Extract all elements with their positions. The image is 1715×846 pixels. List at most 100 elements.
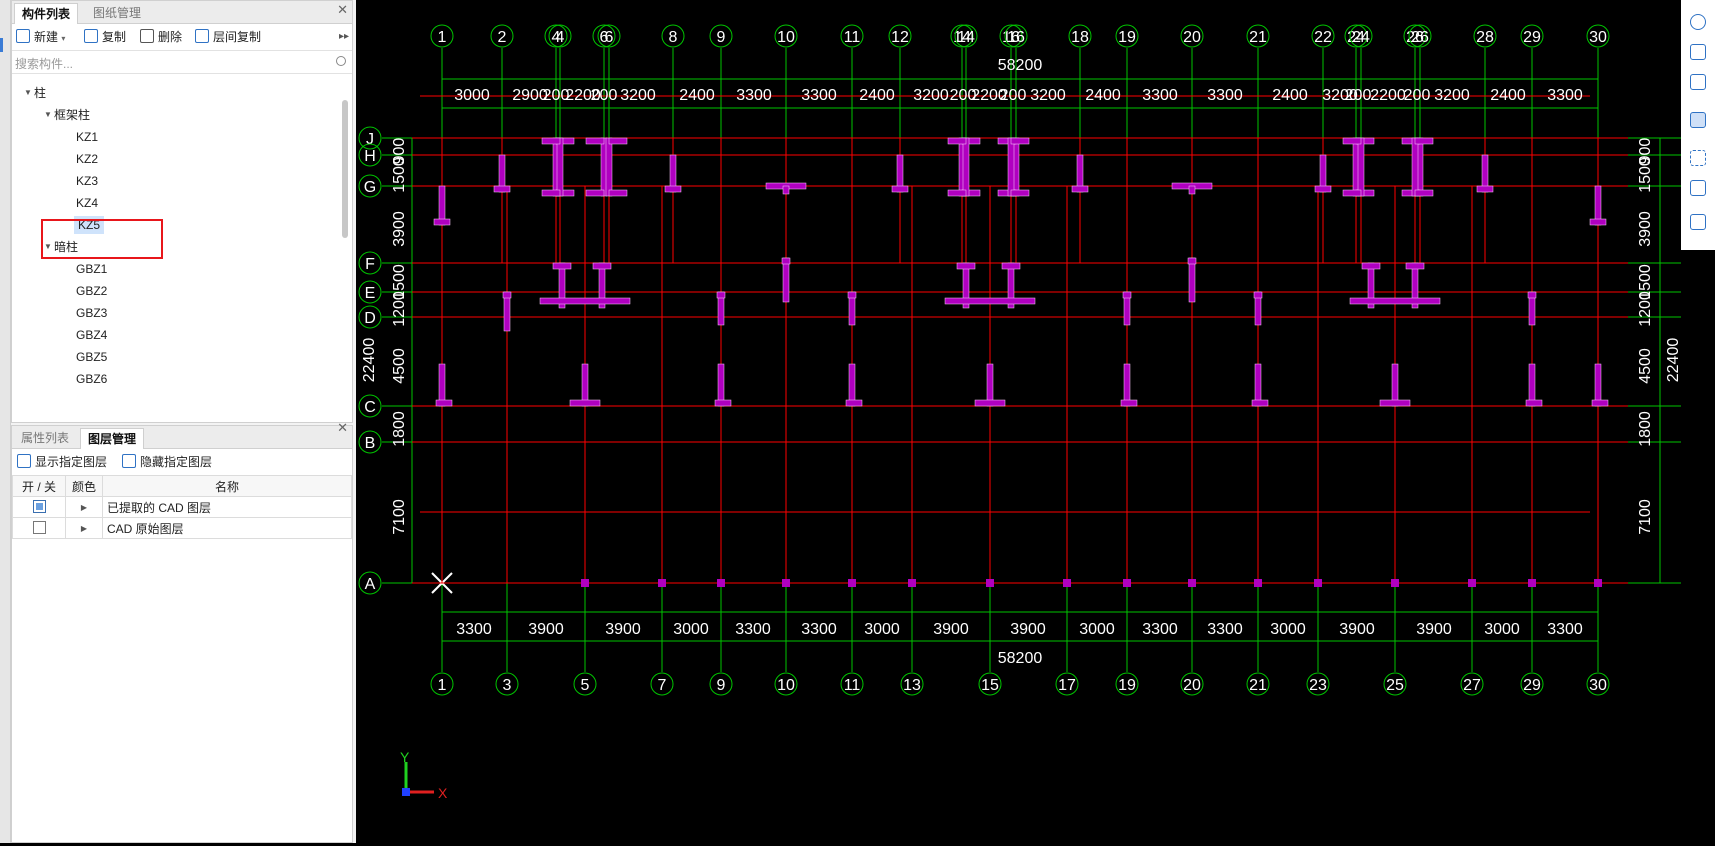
tree-item-gbz6[interactable]: GBZ6 (76, 370, 107, 388)
column[interactable] (1253, 291, 1263, 299)
column[interactable] (581, 363, 589, 407)
tab-layer-management[interactable]: 图层管理 (80, 428, 145, 449)
column[interactable] (891, 185, 909, 193)
column-marker[interactable] (1314, 579, 1322, 587)
cad-drawing-canvas[interactable]: XY 58200 58200 3000 2900 200 2200 200 3200 2400 3… (356, 0, 1712, 843)
expand-arrow-icon[interactable]: ▶ (65, 517, 103, 539)
column[interactable] (1414, 137, 1434, 145)
column[interactable] (1391, 363, 1399, 407)
column[interactable] (1525, 399, 1543, 407)
close-icon[interactable]: ✕ (337, 420, 348, 436)
column[interactable] (1589, 218, 1607, 226)
layer-toggle-checkbox[interactable] (32, 521, 46, 534)
floor-copy-button[interactable]: 层间复制 (195, 29, 261, 45)
component-search[interactable]: 搜索构件... (12, 51, 352, 74)
column[interactable] (1591, 399, 1609, 407)
column[interactable] (845, 399, 863, 407)
copy-button[interactable]: 复制 (84, 29, 126, 45)
column[interactable] (1379, 399, 1411, 407)
column[interactable] (848, 363, 856, 407)
tab-property-list[interactable]: 属性列表 (14, 428, 76, 448)
column[interactable] (716, 291, 726, 299)
column[interactable] (1476, 185, 1494, 193)
delete-button[interactable]: 删除 (140, 29, 182, 45)
column[interactable] (1007, 137, 1015, 197)
column[interactable] (608, 189, 628, 197)
column[interactable] (433, 218, 451, 226)
tree-node-column[interactable]: 柱 (34, 84, 46, 102)
column[interactable] (585, 189, 605, 197)
column[interactable] (1527, 291, 1537, 299)
column-marker[interactable] (1391, 579, 1399, 587)
column[interactable] (1122, 291, 1132, 299)
column[interactable] (782, 257, 790, 303)
column[interactable] (1361, 262, 1381, 270)
column[interactable] (847, 291, 857, 299)
column-marker[interactable] (1123, 579, 1131, 587)
column-marker[interactable] (581, 579, 589, 587)
column[interactable] (1528, 363, 1536, 407)
column[interactable] (1010, 189, 1030, 197)
column[interactable] (664, 185, 682, 193)
column[interactable] (947, 189, 967, 197)
properties-view-icon[interactable] (1690, 214, 1706, 230)
tab-component-list[interactable]: 构件列表 (14, 3, 79, 24)
hide-layer-button[interactable]: 隐藏指定图层 (122, 454, 212, 470)
column[interactable] (438, 363, 446, 407)
collapse-arrow-icon[interactable]: ▼ (44, 110, 52, 119)
column[interactable] (1357, 137, 1365, 197)
column[interactable] (556, 137, 564, 197)
column[interactable] (1123, 363, 1131, 407)
column-marker[interactable] (1528, 579, 1536, 587)
tree-scrollbar[interactable] (342, 100, 348, 238)
tree-item-gbz5[interactable]: GBZ5 (76, 348, 107, 366)
show-layer-button[interactable]: 显示指定图层 (17, 454, 107, 470)
column[interactable] (1342, 137, 1362, 145)
column[interactable] (541, 137, 561, 145)
3d-view-icon[interactable] (1690, 44, 1706, 60)
column[interactable] (1405, 262, 1425, 270)
column[interactable] (541, 189, 561, 197)
column[interactable] (1188, 257, 1196, 303)
column-marker[interactable] (658, 579, 666, 587)
column[interactable] (947, 137, 967, 145)
column-marker[interactable] (1254, 579, 1262, 587)
search-icon[interactable] (336, 56, 346, 66)
column[interactable] (717, 363, 725, 407)
tree-item-kz1[interactable]: KZ1 (76, 128, 98, 146)
layer-toggle-checkbox[interactable] (32, 500, 46, 513)
column[interactable] (1120, 399, 1138, 407)
column[interactable] (569, 399, 601, 407)
column-marker[interactable] (1063, 579, 1071, 587)
column[interactable] (962, 137, 970, 197)
solid-cube-icon[interactable] (1690, 112, 1706, 128)
column-marker[interactable] (986, 579, 994, 587)
side-dock-strip[interactable] (0, 0, 11, 843)
column-marker[interactable] (717, 579, 725, 587)
columns[interactable] (433, 137, 1609, 587)
column-marker[interactable] (1594, 579, 1602, 587)
column-marker[interactable] (1188, 579, 1196, 587)
column[interactable] (782, 185, 790, 195)
column[interactable] (714, 399, 732, 407)
column[interactable] (605, 137, 613, 197)
column[interactable] (592, 262, 612, 270)
table-row[interactable]: ▶ 已提取的 CAD 图层 (12, 496, 352, 518)
search-input[interactable]: 搜索构件... (15, 55, 73, 72)
tab-drawing-management[interactable]: 图纸管理 (86, 3, 148, 23)
column-marker[interactable] (782, 579, 790, 587)
dropdown-arrow-icon[interactable]: ▾ (61, 34, 65, 43)
axis-bubbles[interactable]: 1 2 44 66 8 9 10 11 12 1414 1616 18 19 20 21 22 2424 2626… (358, 24, 1712, 696)
column[interactable] (608, 137, 628, 145)
column[interactable] (1594, 363, 1602, 407)
new-button[interactable]: 新建 ▾ (16, 29, 65, 45)
column[interactable] (1411, 137, 1419, 197)
column[interactable] (1251, 399, 1269, 407)
table-row[interactable]: ▶ CAD 原始图层 (12, 517, 352, 539)
column[interactable] (1001, 262, 1021, 270)
tree-item-kz3[interactable]: KZ3 (76, 172, 98, 190)
tree-item-gbz1[interactable]: GBZ1 (76, 260, 107, 278)
column[interactable] (974, 399, 1006, 407)
column[interactable] (1254, 363, 1262, 407)
column[interactable] (781, 257, 791, 265)
